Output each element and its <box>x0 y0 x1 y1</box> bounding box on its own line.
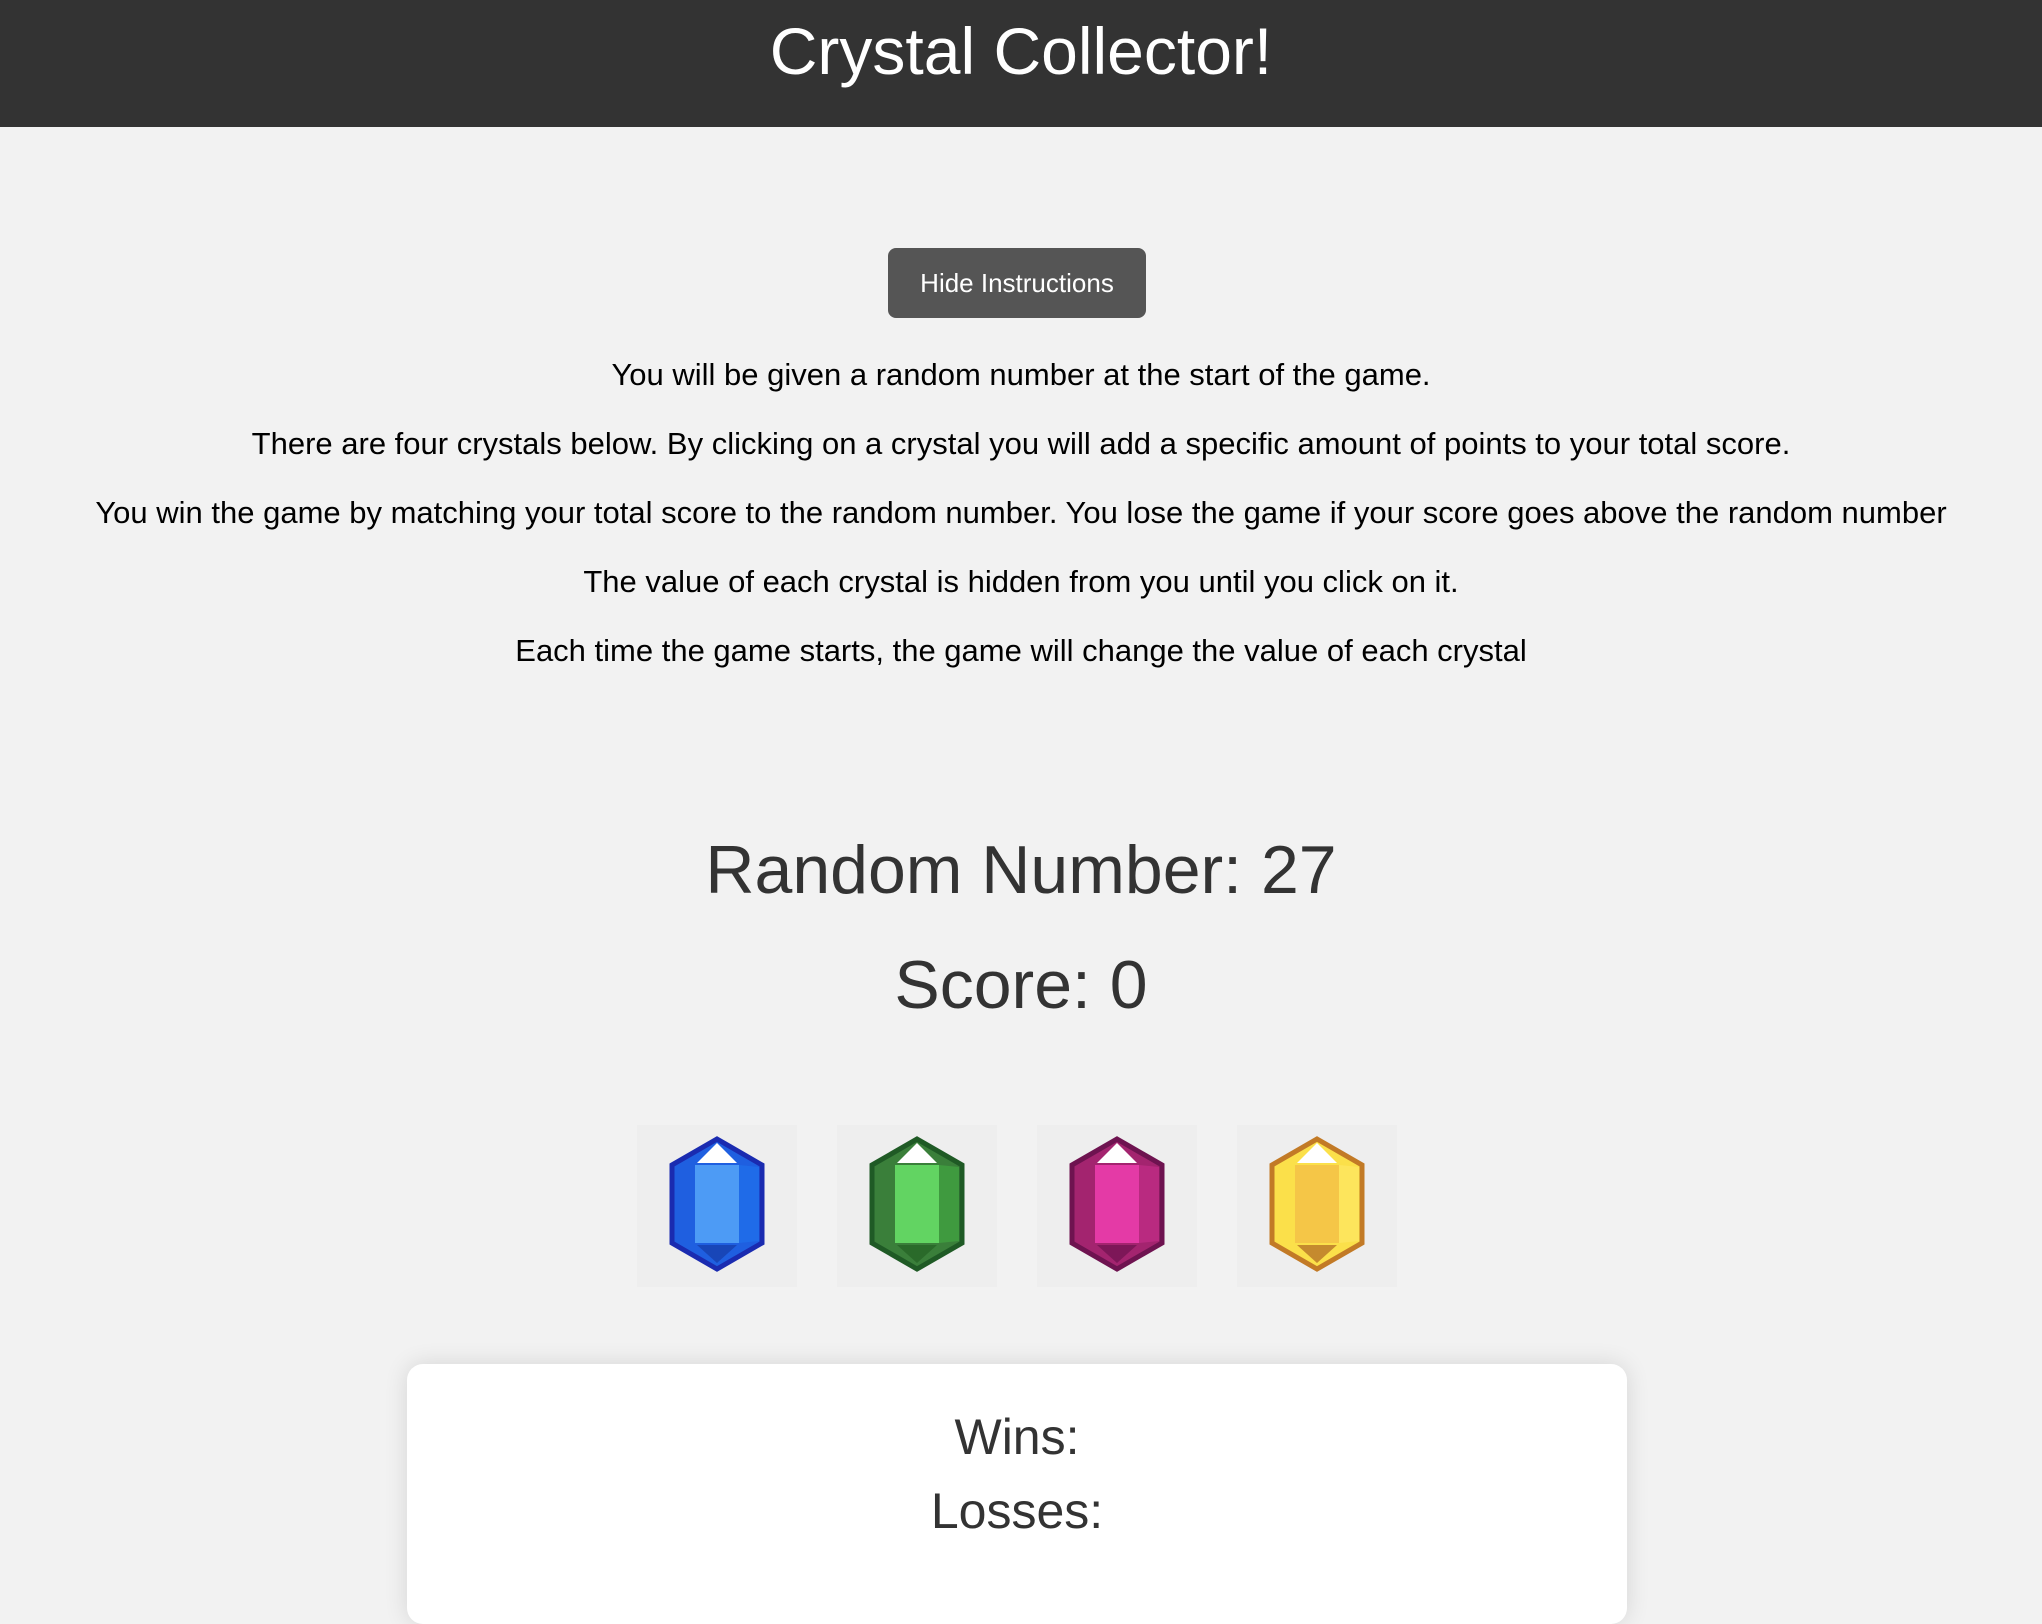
page-title: Crystal Collector! <box>769 14 1273 88</box>
crystal-button-pink[interactable] <box>1037 1125 1197 1287</box>
hide-instructions-button[interactable]: Hide Instructions <box>888 248 1146 318</box>
losses-label: Losses: <box>930 1483 1104 1539</box>
stats-card: Wins: Losses: <box>407 1364 1627 1624</box>
pink-crystal-icon <box>1069 1136 1165 1272</box>
crystal-button-yellow[interactable] <box>1237 1125 1397 1287</box>
yellow-crystal-icon <box>1269 1136 1365 1272</box>
instruction-line: The value of each crystal is hidden from… <box>583 564 1459 599</box>
instruction-line: There are four crystals below. By clicki… <box>251 426 1791 461</box>
score-display: Score: 0 <box>894 947 1148 1023</box>
wins-label: Wins: <box>954 1409 1080 1465</box>
instruction-line: You will be given a random number at the… <box>611 357 1431 392</box>
green-crystal-icon <box>869 1136 965 1272</box>
blue-crystal-icon <box>669 1136 765 1272</box>
instruction-line: Each time the game starts, the game will… <box>515 633 1527 668</box>
crystal-button-green[interactable] <box>837 1125 997 1287</box>
page-header: Crystal Collector! <box>0 0 2042 127</box>
crystal-row <box>0 1125 2042 1287</box>
instructions-panel: You will be given a random number at the… <box>0 340 2042 685</box>
instruction-line: You win the game by matching your total … <box>95 495 1947 530</box>
random-number-display: Random Number: 27 <box>705 832 1337 908</box>
crystal-button-blue[interactable] <box>637 1125 797 1287</box>
